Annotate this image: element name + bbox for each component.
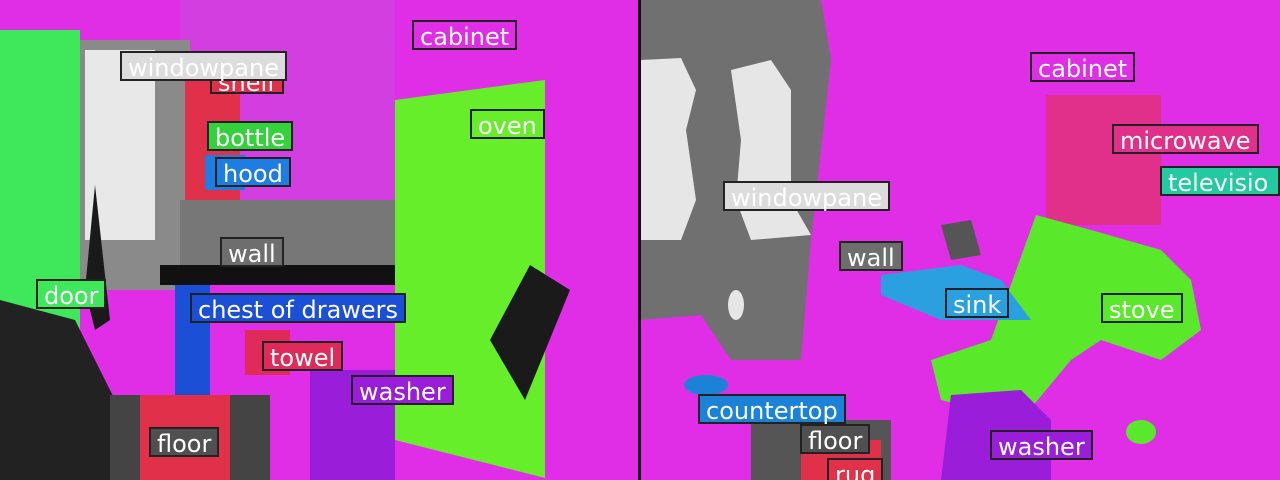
label-windowpane: windowpane	[723, 181, 890, 212]
label-windowpane: windowpane	[120, 51, 287, 82]
label-wall: wall	[220, 237, 284, 268]
label-sink: sink	[945, 288, 1010, 319]
label-washer: washer	[351, 375, 454, 406]
label-towel: towel	[262, 341, 344, 372]
label-hood: hood	[215, 157, 291, 188]
label-wall: wall	[839, 241, 903, 272]
label-countertop: countertop	[698, 394, 846, 425]
label-stove: stove	[1101, 293, 1183, 324]
label-door: door	[36, 279, 107, 310]
label-bottle: bottle	[207, 121, 294, 152]
label-chest-of-drawers: chest of drawers	[190, 293, 407, 324]
segmentation-panel-left: cabinet shelf windowpane oven bottle hoo…	[0, 0, 638, 480]
label-floor: floor	[149, 427, 220, 458]
label-oven: oven	[470, 109, 545, 140]
label-washer: washer	[990, 430, 1093, 461]
label-cabinet: cabinet	[412, 20, 518, 51]
label-rug: rug	[827, 458, 884, 480]
left-segmentation-mask	[0, 0, 638, 480]
label-television: televisio	[1160, 166, 1280, 196]
label-microwave: microwave	[1112, 124, 1259, 155]
segmentation-panel-right: cabinet microwave televisio windowpane w…	[641, 0, 1280, 480]
label-cabinet: cabinet	[1030, 52, 1136, 83]
label-floor: floor	[800, 424, 871, 455]
